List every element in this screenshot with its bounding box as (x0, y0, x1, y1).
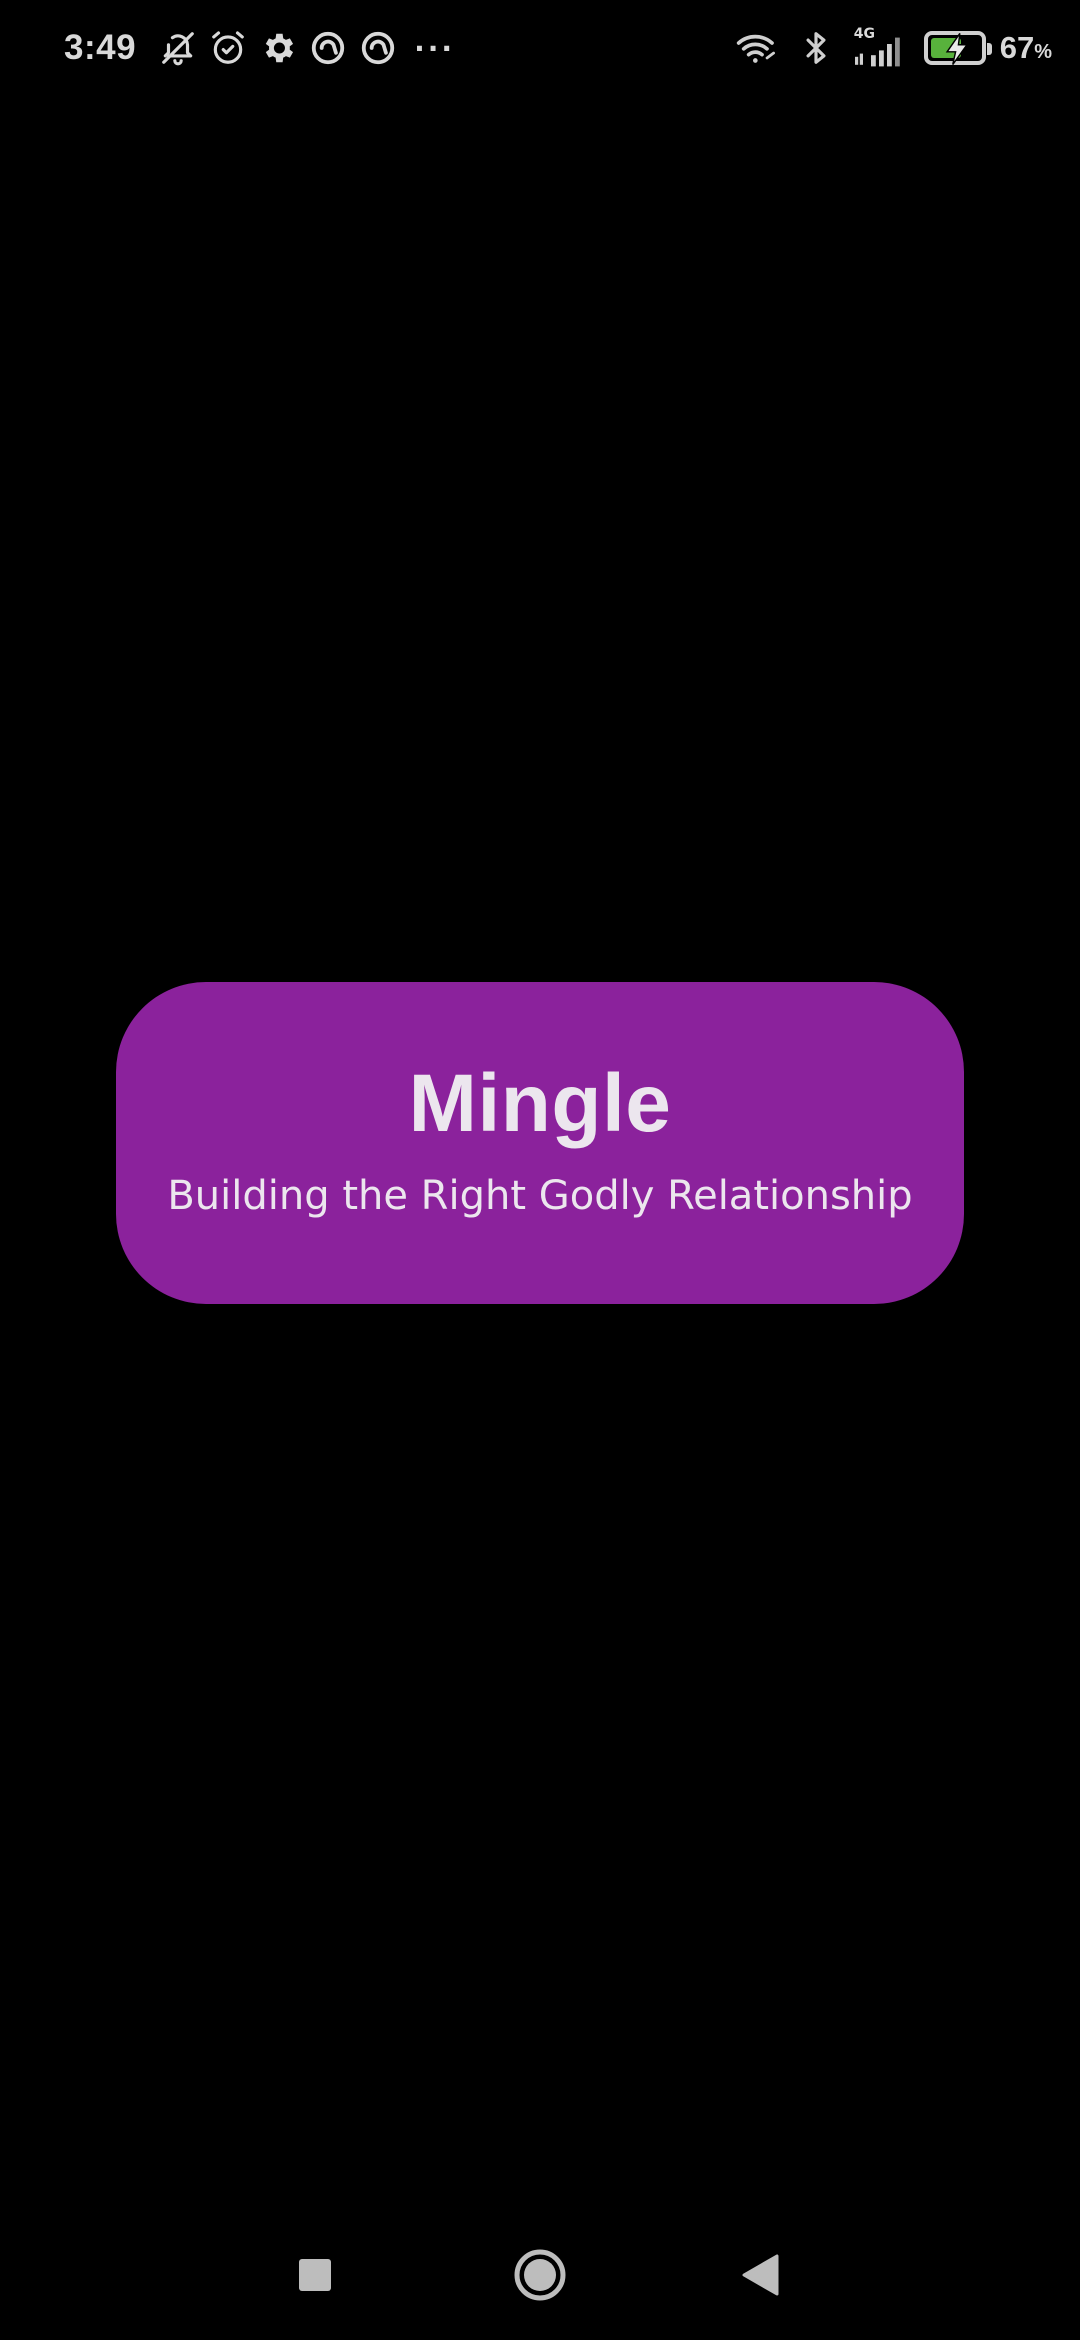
home-circle-icon[interactable] (500, 2235, 580, 2315)
charging-bolt-icon (945, 33, 969, 65)
more-dots-icon: ··· (414, 31, 455, 65)
recents-square-icon[interactable] (275, 2235, 355, 2315)
app-title: Mingle (408, 1058, 672, 1149)
splash-card: Mingle Building the Right Godly Relation… (116, 982, 964, 1304)
at-sign-icon (308, 28, 348, 68)
app-tagline: Building the Right Godly Relationship (167, 1173, 913, 1219)
alarm-icon (208, 28, 248, 68)
splash-screen: 3:49 ··· 4G 67% Mingle Building the Righ… (0, 0, 1080, 2340)
bell-off-icon (158, 28, 198, 68)
back-triangle-icon[interactable] (720, 2235, 800, 2315)
status-right: 4G 67% (732, 26, 1052, 68)
bluetooth-icon (796, 28, 836, 68)
settings-gear-icon (258, 28, 298, 68)
navigation-bar (0, 2230, 1080, 2320)
battery-percent: 67% (999, 30, 1052, 65)
wifi-icon (732, 28, 782, 68)
cellular-signal-icon: 4G (850, 26, 908, 68)
at-sign-icon (358, 28, 398, 68)
status-bar: 3:49 ··· 4G 67% (0, 0, 1080, 96)
status-left: 3:49 ··· (64, 28, 455, 68)
battery-charging-icon (923, 31, 992, 65)
status-time: 3:49 (64, 28, 137, 67)
